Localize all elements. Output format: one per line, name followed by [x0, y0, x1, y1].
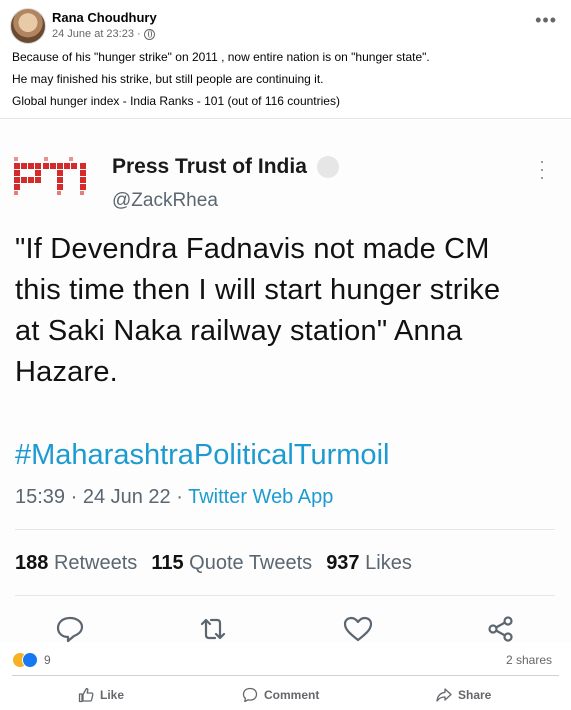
tweet-source-name: Press Trust of India: [112, 155, 339, 179]
reaction-count[interactable]: 9: [44, 653, 51, 667]
tweet-source-label: Press Trust of India: [112, 155, 307, 178]
tweet-stats: 188 Retweets 115 Quote Tweets 937 Likes: [15, 552, 412, 575]
tweet-text-line: this time then I will start hunger strik…: [15, 274, 501, 306]
tweet-handle: @ZackRhea: [112, 190, 218, 211]
tweet-text-line: "If Devendra Fadnavis not made CM: [15, 233, 490, 265]
comment-button[interactable]: Comment: [242, 684, 319, 706]
post-caption: Because of his "hunger strike" on 2011 ,…: [12, 46, 557, 112]
post-timestamp[interactable]: 24 June at 23:23 ·: [52, 28, 141, 40]
quotes-label: Quote Tweets: [189, 552, 313, 574]
like-reaction-icon: [22, 652, 38, 668]
retweet-icon: [200, 618, 226, 640]
heart-icon: [343, 616, 373, 642]
tweet-actions: [0, 615, 571, 643]
thumbs-up-icon: [78, 687, 94, 703]
post-header: Rana Choudhury 24 June at 23:23 · •••: [10, 6, 561, 44]
tweet-divider: [15, 529, 555, 530]
tweet-more-icon: · · ·: [539, 151, 545, 187]
likes-count: 937: [326, 552, 360, 574]
comment-button-label: Comment: [264, 688, 320, 702]
tweet-hashtag: #MaharashtraPoliticalTurmoil: [15, 439, 390, 471]
quotes-count: 115: [151, 552, 184, 574]
post-actions: Like Comment Share: [0, 684, 571, 706]
shares-count[interactable]: 2 shares: [506, 653, 552, 667]
likes-label: Likes: [365, 552, 412, 574]
tweet-divider: [15, 595, 555, 596]
caption-line: He may finished his strike, but still pe…: [12, 72, 324, 86]
retweets-label: Retweets: [53, 552, 138, 574]
globe-icon: [143, 28, 155, 40]
more-options-icon[interactable]: •••: [535, 10, 557, 31]
comment-icon: [242, 687, 258, 703]
footer-divider: [12, 675, 559, 676]
avatar[interactable]: [10, 8, 46, 44]
tweet-screenshot[interactable]: Press Trust of India @ZackRhea · · · "If D…: [0, 118, 571, 643]
verified-badge-icon: [316, 156, 339, 178]
share-tweet-icon: [488, 616, 513, 642]
caption-line: Because of his "hunger strike" on 2011 ,…: [12, 50, 430, 64]
tweet-text-line: Hazare.: [15, 356, 118, 388]
author-name[interactable]: Rana Choudhury: [52, 10, 157, 25]
reaction-summary[interactable]: 9: [12, 652, 51, 668]
like-button-label: Like: [100, 688, 125, 702]
like-button[interactable]: Like: [78, 684, 124, 706]
tweet-text: "If Devendra Fadnavis not made CM this t…: [15, 229, 560, 393]
reply-icon: [56, 616, 84, 643]
pti-logo-icon: [14, 157, 86, 195]
post-meta: 24 June at 23:23 ·: [52, 28, 155, 40]
share-button[interactable]: Share: [436, 684, 491, 706]
tweet-time-text: 15:39 · 24 Jun 22 ·: [15, 486, 189, 508]
share-button-label: Share: [458, 688, 492, 702]
tweet-app: Twitter Web App: [188, 486, 334, 508]
retweets-count: 188: [15, 552, 49, 574]
tweet-time: 15:39 · 24 Jun 22 · Twitter Web App: [15, 486, 333, 509]
share-arrow-icon: [436, 688, 452, 702]
tweet-text-line: at Saki Naka railway station" Anna: [15, 315, 463, 347]
caption-line: Global hunger index - India Ranks - 101 …: [12, 94, 340, 108]
